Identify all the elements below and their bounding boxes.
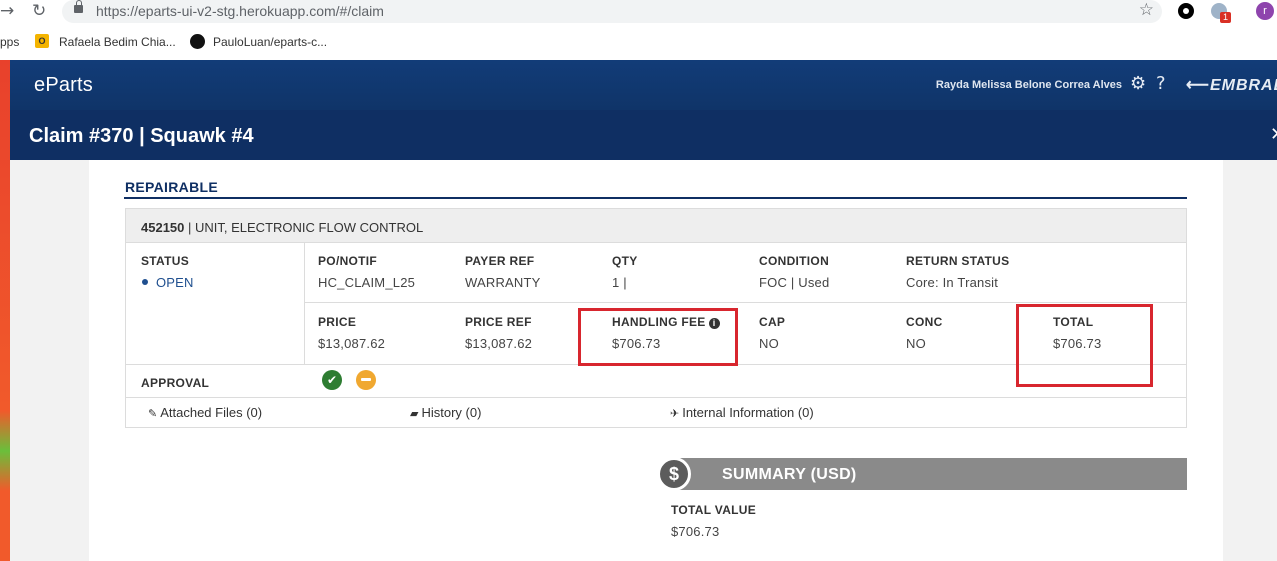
price-ref-label: PRICE REF <box>465 315 532 329</box>
part-number: 452150 <box>141 220 185 235</box>
status-value: OPEN <box>156 275 194 290</box>
return-status-label: RETURN STATUS <box>906 254 1010 268</box>
conc-label: CONC <box>906 315 943 329</box>
status-dot-icon <box>142 279 148 285</box>
top-navbar: eParts Rayda Melissa Belone Correa Alves… <box>10 60 1277 110</box>
dollar-icon: $ <box>657 457 691 491</box>
tab-internal-information[interactable]: ✈ Internal Information (0) <box>670 405 814 420</box>
extension-icon[interactable] <box>1178 3 1194 19</box>
lock-icon <box>74 0 83 13</box>
row-divider <box>304 302 1187 303</box>
browser-toolbar: → ↻ https://eparts-ui-v2-stg.herokuapp.c… <box>0 0 1277 25</box>
return-status-value: Core: In Transit <box>906 275 999 290</box>
price-value: $13,087.62 <box>318 336 386 351</box>
title-bar: Claim #370 | Squawk #4 ✕ <box>10 110 1277 160</box>
total-value-label: TOTAL VALUE <box>671 503 757 517</box>
po-notif-label: PO/NOTIF <box>318 254 378 268</box>
section-divider <box>124 197 1187 199</box>
section-title: REPAIRABLE <box>125 179 218 195</box>
pending-icon[interactable] <box>356 370 376 390</box>
highlight-box-total <box>1016 304 1153 387</box>
github-icon <box>190 34 205 49</box>
bookmark-apps[interactable]: pps <box>0 35 19 49</box>
embraer-logo: ⟵EMBRAER <box>1186 75 1277 95</box>
bookmark-github[interactable]: PauloLuan/eparts-c... <box>213 35 327 49</box>
tab-history-label: History (0) <box>421 405 482 420</box>
settings-icon[interactable]: ⚙ <box>1130 73 1146 94</box>
tab-attached-files-label: Attached Files (0) <box>160 405 263 420</box>
po-notif-value: HC_CLAIM_L25 <box>318 275 416 290</box>
page-title: Claim #370 | Squawk #4 <box>29 125 254 147</box>
book-icon: ▰ <box>410 407 419 420</box>
tab-internal-information-label: Internal Information (0) <box>682 405 814 420</box>
user-name[interactable]: Rayda Melissa Belone Correa Alves <box>936 79 1122 91</box>
qty-value: 1 | <box>612 275 627 290</box>
payer-ref-value: WARRANTY <box>465 275 541 290</box>
help-icon[interactable]: ? <box>1156 73 1166 94</box>
bookmark-favicon-icon: O <box>35 34 49 48</box>
status-label: STATUS <box>141 254 190 268</box>
extension-badge: 1 <box>1220 12 1231 23</box>
part-description: | UNIT, ELECTRONIC FLOW CONTROL <box>184 220 424 235</box>
approve-check-icon[interactable]: ✔ <box>322 370 342 390</box>
embraer-logo-text: EMBRAER <box>1209 77 1277 94</box>
close-icon[interactable]: ✕ <box>1270 124 1277 145</box>
total-value-amount: $706.73 <box>671 524 720 539</box>
part-header: 452150 | UNIT, ELECTRONIC FLOW CONTROL <box>126 209 1186 243</box>
tab-history[interactable]: ▰ History (0) <box>410 405 481 420</box>
tab-attached-files[interactable]: ✎ Attached Files (0) <box>148 405 262 420</box>
left-color-strip <box>0 60 10 561</box>
plane-icon: ✈ <box>670 407 680 420</box>
highlight-box-handling-fee <box>578 308 738 366</box>
brand-logo[interactable]: eParts <box>34 74 93 97</box>
summary-title: SUMMARY (USD) <box>722 466 857 483</box>
url-text[interactable]: https://eparts-ui-v2-stg.herokuapp.com/#… <box>96 3 384 19</box>
paperclip-icon: ✎ <box>148 407 158 420</box>
condition-label: CONDITION <box>759 254 830 268</box>
reload-icon[interactable]: ↻ <box>32 1 46 21</box>
payer-ref-label: PAYER REF <box>465 254 535 268</box>
profile-avatar[interactable]: r <box>1256 2 1274 20</box>
condition-value: FOC | Used <box>759 275 830 290</box>
cap-value: NO <box>759 336 779 351</box>
status-divider <box>304 242 305 364</box>
back-arrow-icon[interactable]: → <box>0 1 14 21</box>
qty-label: QTY <box>612 254 638 268</box>
approval-label: APPROVAL <box>141 376 210 390</box>
conc-value: NO <box>906 336 926 351</box>
cap-label: CAP <box>759 315 786 329</box>
tabs-divider <box>125 397 1187 398</box>
price-ref-value: $13,087.62 <box>465 336 533 351</box>
price-label: PRICE <box>318 315 357 329</box>
address-bar[interactable]: https://eparts-ui-v2-stg.herokuapp.com/#… <box>62 0 1162 23</box>
star-icon[interactable]: ☆ <box>1139 0 1154 20</box>
bookmark-rafaela[interactable]: Rafaela Bedim Chia... <box>59 35 176 49</box>
